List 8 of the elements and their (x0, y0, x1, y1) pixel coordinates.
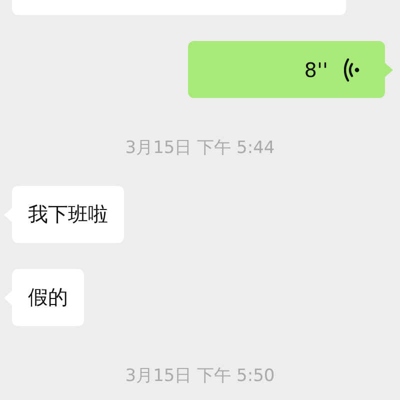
timestamp: 3月15日 下午 5:50 (125, 368, 275, 385)
bubble-tail (385, 62, 393, 76)
voice-message-bubble[interactable]: 8'' (188, 41, 385, 98)
message-bubble[interactable]: 假的 (12, 269, 84, 326)
timestamp: 3月15日 下午 5:44 (125, 140, 275, 157)
voice-icon (344, 58, 360, 82)
voice-duration: 8'' (304, 56, 328, 84)
message-bubble[interactable]: 我下班啦 (12, 186, 124, 243)
